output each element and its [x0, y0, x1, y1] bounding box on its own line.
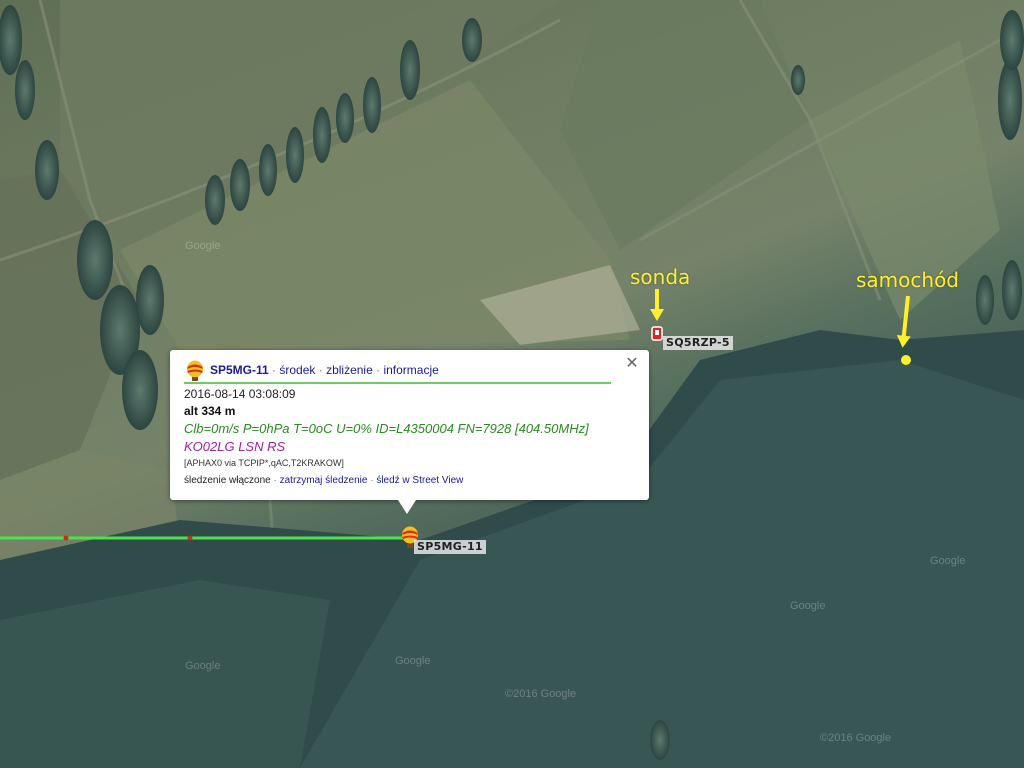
- separator: ·: [270, 475, 280, 486]
- google-watermark: Google: [185, 660, 221, 672]
- telemetry-text: Clb=0m/s P=0hPa T=0oC U=0% ID=L4350004 F…: [184, 421, 589, 436]
- popup-divider: [184, 382, 611, 384]
- zoom-link[interactable]: zbliżenie: [326, 363, 373, 377]
- google-watermark: ©2016 Google: [505, 688, 577, 700]
- balloon-icon: [184, 360, 206, 382]
- track-point: [187, 535, 193, 541]
- google-watermark: Google: [930, 555, 966, 567]
- car-position-dot: [901, 355, 911, 365]
- probe-arrow-icon: [650, 289, 664, 321]
- streetview-tracking-link[interactable]: śledź w Street View: [376, 475, 463, 486]
- popup-callsign-link[interactable]: SP5MG-11: [210, 363, 269, 377]
- tracking-row: śledzenie włączone · zatrzymaj śledzenie…: [184, 475, 463, 486]
- separator: ·: [268, 363, 280, 377]
- probe-callsign-label[interactable]: SQ5RZP-5: [663, 336, 733, 350]
- close-icon[interactable]: ✕: [625, 356, 639, 372]
- packet-timestamp: 2016-08-14 03:08:09: [184, 387, 296, 401]
- separator: ·: [315, 363, 327, 377]
- altitude-value: alt 334 m: [184, 404, 236, 418]
- separator: ·: [372, 363, 384, 377]
- track-point: [63, 535, 69, 541]
- center-link[interactable]: środek: [279, 363, 315, 377]
- google-watermark: Google: [185, 240, 221, 252]
- station-comment: KO02LG LSN RS: [184, 439, 286, 454]
- probe-annotation-label: sonda: [630, 265, 691, 289]
- google-watermark: ©2016 Google: [820, 732, 892, 744]
- stop-tracking-link[interactable]: zatrzymaj śledzenie: [280, 475, 368, 486]
- balloon-callsign-label[interactable]: SP5MG-11: [414, 540, 486, 554]
- tracking-status: śledzenie włączone: [184, 475, 271, 486]
- google-watermark: Google: [395, 655, 431, 667]
- popup-header: SP5MG-11 · środek · zbliżenie · informac…: [184, 360, 619, 382]
- field-parcel: [560, 0, 810, 250]
- packet-path: [APHAX0 via TCPIP*,qAC,T2KRAKOW]: [184, 458, 344, 468]
- satellite-map[interactable]: Google Google Google Google Google ©2016…: [0, 0, 1024, 768]
- separator: ·: [367, 475, 377, 486]
- popup-title: SP5MG-11 · środek · zbliżenie · informac…: [210, 363, 439, 377]
- google-watermark: Google: [790, 600, 826, 612]
- info-link[interactable]: informacje: [383, 363, 438, 377]
- car-annotation-label: samochód: [856, 268, 959, 292]
- station-info-popup: SP5MG-11 · środek · zbliżenie · informac…: [170, 350, 649, 514]
